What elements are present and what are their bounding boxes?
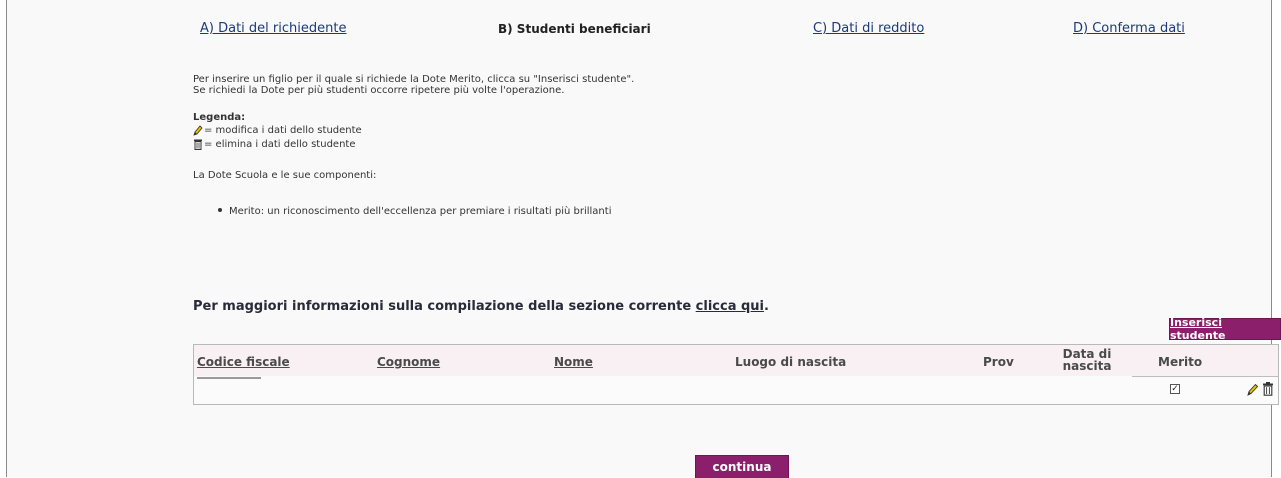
trash-icon [194, 139, 202, 150]
continue-button[interactable]: continua [695, 455, 789, 478]
col-merito: Merito [1158, 355, 1203, 369]
merit-divider [1132, 376, 1279, 377]
step-c-link[interactable]: C) Dati di reddito [813, 21, 924, 36]
dote-list: Merito: un riconoscimento dell'eccellenz… [218, 206, 611, 217]
more-info-link[interactable]: clicca qui [696, 299, 764, 314]
step-d-link[interactable]: D) Conferma dati [1073, 21, 1185, 36]
bullet-icon [218, 208, 222, 212]
insert-student-button[interactable]: Inserisci studente [1169, 316, 1281, 342]
col-codice-fiscale[interactable]: Codice fiscale [197, 355, 290, 369]
table-header: Codice fiscale Cognome Nome Luogo di nas… [194, 345, 1278, 376]
legend-edit-label: = modifica i dati dello studente [204, 124, 362, 136]
more-info-end: . [764, 299, 769, 314]
dote-item-text: Merito: un riconoscimento dell'eccellenz… [229, 206, 612, 217]
legend: Legenda: = modifica i dati dello student… [193, 112, 362, 151]
col-nome[interactable]: Nome [554, 355, 593, 369]
trash-icon[interactable] [1262, 382, 1274, 396]
pencil-icon[interactable] [1247, 383, 1259, 396]
more-info-text: Per maggiori informazioni sulla compilaz… [193, 299, 769, 314]
pencil-icon [193, 124, 203, 136]
sort-indicator [197, 377, 261, 379]
intro-text: Per inserire un figlio per il quale si r… [193, 74, 634, 96]
step-a-link[interactable]: A) Dati del richiedente [200, 21, 346, 36]
col-luogo-nascita: Luogo di nascita [735, 355, 847, 369]
legend-edit-row: = modifica i dati dello studente [193, 123, 362, 137]
page-frame [6, 0, 1272, 477]
intro-line-2: Se richiedi la Dote per più studenti occ… [193, 85, 565, 96]
col-cognome[interactable]: Cognome [377, 355, 440, 369]
step-b-current: B) Studenti beneficiari [498, 22, 651, 36]
students-table: Codice fiscale Cognome Nome Luogo di nas… [193, 344, 1279, 405]
dote-title: La Dote Scuola e le sue componenti: [193, 170, 377, 181]
col-prov: Prov [983, 355, 1014, 369]
list-item: Merito: un riconoscimento dell'eccellenz… [218, 206, 611, 217]
col-data-line2: nascita [1062, 359, 1112, 373]
legend-delete-label: = elimina i dati dello studente [204, 138, 356, 150]
merito-checkbox[interactable]: ✓ [1170, 384, 1180, 394]
legend-title: Legenda: [193, 112, 246, 123]
more-info-label: Per maggiori informazioni sulla compilaz… [193, 299, 696, 314]
col-data-nascita: Data di nascita [1055, 348, 1119, 372]
intro-line-1: Per inserire un figlio per il quale si r… [193, 74, 635, 85]
legend-delete-row: = elimina i dati dello studente [193, 137, 362, 151]
